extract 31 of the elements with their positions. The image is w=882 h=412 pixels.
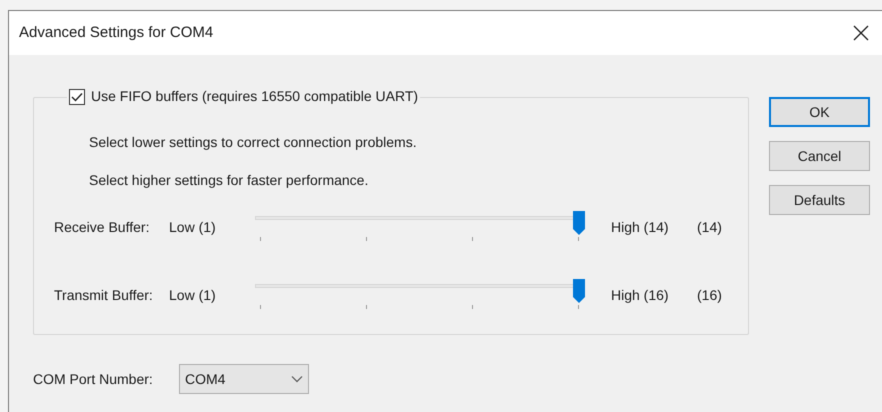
checkbox-label[interactable]: Use FIFO buffers (requires 16550 compatible UART)	[91, 86, 418, 107]
tick-mark	[578, 305, 579, 309]
tick-mark	[366, 237, 367, 241]
dialog-button[interactable]: Defaults	[769, 185, 870, 215]
slider-thumb[interactable]	[573, 279, 585, 303]
dialog-button[interactable]: Cancel	[769, 141, 870, 171]
high-label: High (16)	[611, 286, 670, 305]
hint-text: Select higher settings for faster performance.	[89, 171, 370, 190]
checkbox[interactable]	[69, 88, 85, 104]
close-icon	[853, 25, 869, 41]
window-title: Advanced Settings for COM4	[19, 22, 214, 43]
low-label: Low (1)	[169, 286, 217, 305]
slider-value: (14)	[697, 218, 722, 237]
checkmark-icon	[71, 92, 83, 102]
slider-thumb[interactable]	[573, 211, 585, 235]
slider-value: (16)	[697, 286, 722, 305]
tick-mark	[472, 237, 473, 241]
tick-mark	[472, 305, 473, 309]
tick-mark	[578, 237, 579, 241]
high-label: High (14)	[611, 218, 670, 237]
low-label: Low (1)	[169, 218, 217, 237]
com-port-dropdown[interactable]: COM4	[179, 364, 309, 394]
slider-label: Receive Buffer:	[54, 218, 150, 236]
tick-mark	[260, 305, 261, 309]
tick-mark	[366, 305, 367, 309]
dialog-button[interactable]: OK	[769, 97, 870, 127]
hint-text: Select lower settings to correct connection problems.	[89, 133, 418, 152]
com-port-label: COM Port Number:	[33, 370, 154, 388]
slider-label: Transmit Buffer:	[54, 286, 154, 304]
chevron-down-icon	[291, 375, 303, 383]
tick-mark	[260, 237, 261, 241]
